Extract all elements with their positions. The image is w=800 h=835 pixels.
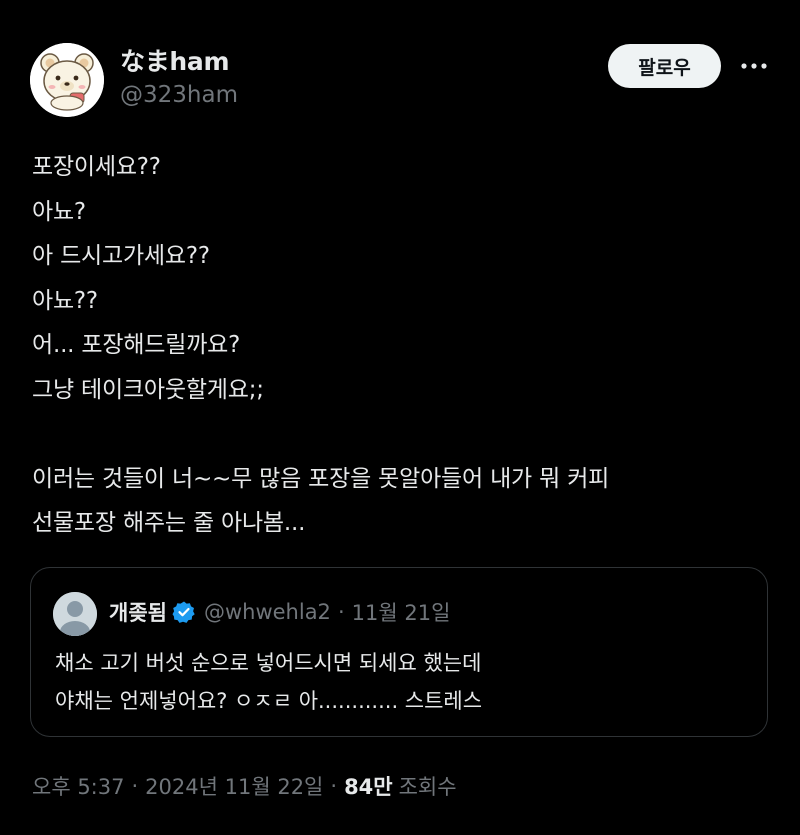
bear-avatar-icon	[30, 43, 104, 117]
default-avatar-icon	[53, 592, 97, 636]
quoted-author-display-name[interactable]: 개좆됨	[109, 597, 167, 627]
tweet-date[interactable]: 2024년 11월 22일	[145, 771, 323, 801]
quoted-author-handle[interactable]: @whwehla2	[204, 600, 331, 624]
views-count[interactable]: 84만	[344, 771, 393, 801]
author-info: なまham @323ham	[120, 47, 238, 111]
more-options-button[interactable]	[738, 51, 770, 81]
more-horizontal-icon	[741, 63, 767, 69]
tweet-meta: 오후 5:37 · 2024년 11월 22일 · 84만 조회수	[32, 768, 457, 804]
tweet-header: なまham @323ham 팔로우	[30, 43, 770, 119]
tweet-time[interactable]: 오후 5:37	[32, 771, 124, 801]
tweet-text: 포장이세요?? 아뇨? 아 드시고가세요?? 아뇨?? 어... 포장해드릴까요…	[32, 154, 610, 536]
views-label[interactable]: 조회수	[399, 771, 457, 801]
author-handle[interactable]: @323ham	[120, 79, 238, 111]
meta-separator: ·	[330, 774, 338, 798]
quoted-tweet-header: 개좆됨 @whwehla2 · 11월 21일	[109, 596, 450, 628]
follow-button[interactable]: 팔로우	[608, 44, 721, 88]
quoted-date[interactable]: 11월 21일	[352, 597, 451, 627]
quoted-author-avatar[interactable]	[53, 592, 97, 636]
author-display-name[interactable]: なまham	[120, 47, 238, 77]
quoted-separator: ·	[337, 600, 345, 624]
meta-separator: ·	[131, 774, 139, 798]
author-avatar[interactable]	[30, 43, 104, 117]
quoted-tweet-text: 채소 고기 버섯 순으로 넣어드시면 되세요 했는데 야채는 언제넣어요? ㅇㅈ…	[55, 651, 483, 713]
verified-badge-icon	[172, 601, 195, 623]
tweet-container: なまham @323ham 팔로우 포장이세요?? 아뇨? 아 드시고가세요??…	[0, 0, 800, 835]
quoted-tweet[interactable]: 개좆됨 @whwehla2 · 11월 21일 채소 고기 버섯 순으로 넣어드…	[30, 567, 768, 737]
